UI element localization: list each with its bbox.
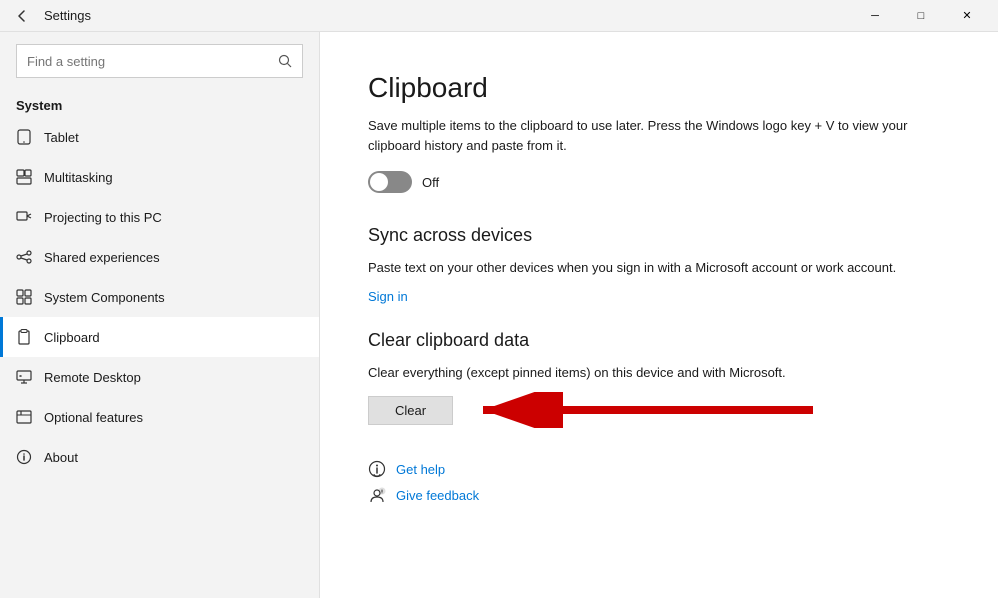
sidebar-label-components: System Components [44,290,165,305]
optional-icon [16,409,32,425]
get-help-icon [368,460,386,478]
clipboard-history-toggle[interactable] [368,171,412,193]
sync-section-title: Sync across devices [368,225,950,246]
sidebar-label-about: About [44,450,78,465]
remote-icon [16,369,32,385]
clipboard-icon [16,329,32,345]
shared-icon [16,249,32,265]
search-input[interactable] [27,54,278,69]
back-icon [16,10,28,22]
titlebar: Settings ─ □ ✕ [0,0,998,32]
sidebar-label-optional: Optional features [44,410,143,425]
sidebar-label-shared: Shared experiences [44,250,160,265]
get-help-item[interactable]: Get help [368,460,950,478]
sidebar: System Tablet Multitasking Projecting to… [0,32,320,598]
sidebar-label-clipboard: Clipboard [44,330,100,345]
sidebar-label-tablet: Tablet [44,130,79,145]
app-title: Settings [44,8,91,23]
components-icon [16,289,32,305]
search-box[interactable] [16,44,303,78]
sidebar-item-clipboard[interactable]: Clipboard [0,317,319,357]
main-layout: System Tablet Multitasking Projecting to… [0,32,998,598]
back-button[interactable] [8,2,36,30]
search-icon [278,54,292,68]
sidebar-heading: System [0,90,319,117]
sidebar-label-remote: Remote Desktop [44,370,141,385]
project-icon [16,209,32,225]
sidebar-item-multitasking[interactable]: Multitasking [0,157,319,197]
sync-desc: Paste text on your other devices when yo… [368,258,950,278]
sidebar-label-projecting: Projecting to this PC [44,210,162,225]
help-section: Get help Give feedback [368,460,950,504]
toggle-row: Off [368,171,950,193]
sidebar-item-shared[interactable]: Shared experiences [0,237,319,277]
multitasking-icon [16,169,32,185]
clear-section-title: Clear clipboard data [368,330,950,351]
feedback-item[interactable]: Give feedback [368,486,950,504]
sidebar-item-tablet[interactable]: Tablet [0,117,319,157]
arrow-container [463,392,823,428]
sidebar-item-remote[interactable]: Remote Desktop [0,357,319,397]
minimize-button[interactable]: ─ [852,0,898,32]
sidebar-item-components[interactable]: System Components [0,277,319,317]
sidebar-item-about[interactable]: About [0,437,319,477]
feedback-icon [368,486,386,504]
sidebar-item-projecting[interactable]: Projecting to this PC [0,197,319,237]
content-area: Clipboard Save multiple items to the cli… [320,32,998,598]
clear-desc: Clear everything (except pinned items) o… [368,363,950,383]
about-icon [16,449,32,465]
clear-row: Clear [368,392,950,428]
get-help-link[interactable]: Get help [396,462,445,477]
clipboard-desc: Save multiple items to the clipboard to … [368,116,950,155]
close-button[interactable]: ✕ [944,0,990,32]
tablet-icon [16,129,32,145]
toggle-knob [370,173,388,191]
red-arrow [463,392,823,428]
sidebar-item-optional[interactable]: Optional features [0,397,319,437]
feedback-link[interactable]: Give feedback [396,488,479,503]
clear-button[interactable]: Clear [368,396,453,425]
maximize-button[interactable]: □ [898,0,944,32]
page-title: Clipboard [368,72,950,104]
sign-in-link[interactable]: Sign in [368,289,408,304]
window-controls: ─ □ ✕ [852,0,990,32]
toggle-state-label: Off [422,175,439,190]
sidebar-label-multitasking: Multitasking [44,170,113,185]
